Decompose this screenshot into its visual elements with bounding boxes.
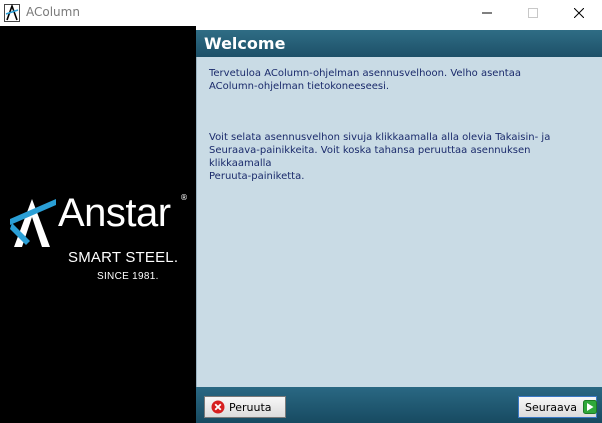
minimize-icon [482,12,492,14]
cancel-button[interactable]: Peruuta [204,396,286,418]
page-header: Welcome [196,30,602,57]
page-title: Welcome [204,34,286,53]
anstar-logo-mark-icon [10,199,56,247]
logo-since: SINCE 1981. [97,271,159,282]
close-icon [574,8,584,18]
button-bar: Peruuta Seuraava [196,387,602,423]
welcome-text: Tervetuloa AColumn-ohjelman asennusvelho… [209,68,521,92]
cancel-icon [211,400,225,414]
title-bar: AColumn [0,0,602,26]
sidebar-banner: Anstar ® SMART STEEL. SINCE 1981. [0,26,196,423]
next-arrow-icon [582,400,597,414]
maximize-icon [528,8,538,18]
logo-word: Anstar [58,191,171,235]
content-panel: Tervetuloa AColumn-ohjelman asennusvelho… [196,57,602,387]
cancel-button-label: Peruuta [229,400,272,414]
maximize-button[interactable] [510,0,556,26]
anstar-logo: Anstar ® SMART STEEL. SINCE 1981. [10,191,190,286]
next-button[interactable]: Seuraava [518,396,597,418]
window-title: AColumn [26,5,80,19]
logo-registered-mark: ® [180,193,188,202]
next-button-label: Seuraava [525,400,577,414]
minimize-button[interactable] [464,0,510,26]
instructions-text: Voit selata asennusvelhon sivuja klikkaa… [209,132,551,182]
logo-tagline: SMART STEEL. [68,249,179,266]
close-button[interactable] [556,0,602,26]
app-icon [4,4,20,22]
